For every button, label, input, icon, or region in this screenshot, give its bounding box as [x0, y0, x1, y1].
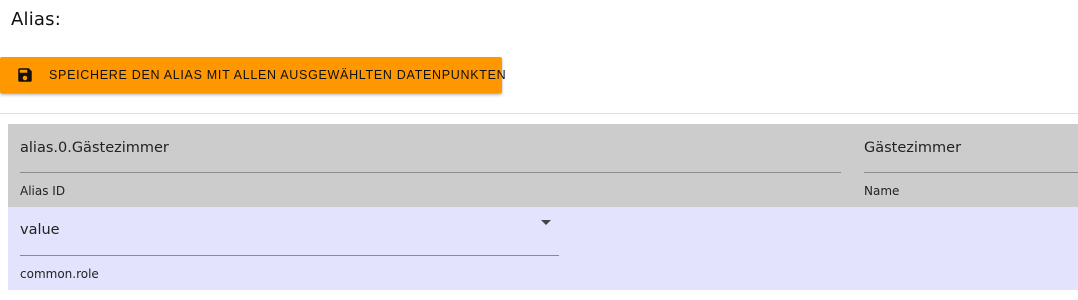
role-row: value common.role	[8, 207, 1078, 290]
name-label: Name	[864, 184, 900, 198]
name-field[interactable]: Gästezimmer Name	[864, 124, 1078, 207]
save-alias-button[interactable]: SPEICHERE DEN ALIAS MIT ALLEN AUSGEWÄHLT…	[0, 57, 506, 93]
section-divider	[0, 113, 1078, 114]
role-select[interactable]: value common.role	[20, 207, 559, 290]
role-select-label: common.role	[20, 267, 99, 281]
alias-id-input[interactable]: alias.0.Gästezimmer	[20, 140, 169, 156]
role-select-value[interactable]: value	[20, 222, 60, 238]
alias-editor: Alias: SPEICHERE DEN ALIAS MIT ALLEN AUS…	[0, 0, 1078, 300]
dropdown-arrow-icon[interactable]	[541, 220, 551, 225]
alias-id-field[interactable]: alias.0.Gästezimmer Alias ID	[20, 124, 841, 207]
alias-row: alias.0.Gästezimmer Alias ID Gästezimmer…	[8, 124, 1078, 207]
save-alias-label: SPEICHERE DEN ALIAS MIT ALLEN AUSGEWÄHLT…	[49, 68, 507, 82]
page-title: Alias:	[11, 9, 61, 30]
role-select-underline	[20, 255, 559, 256]
save-icon	[16, 66, 34, 84]
name-input[interactable]: Gästezimmer	[864, 140, 961, 156]
alias-id-underline	[20, 172, 841, 173]
alias-id-label: Alias ID	[20, 184, 66, 198]
name-underline	[864, 172, 1078, 173]
